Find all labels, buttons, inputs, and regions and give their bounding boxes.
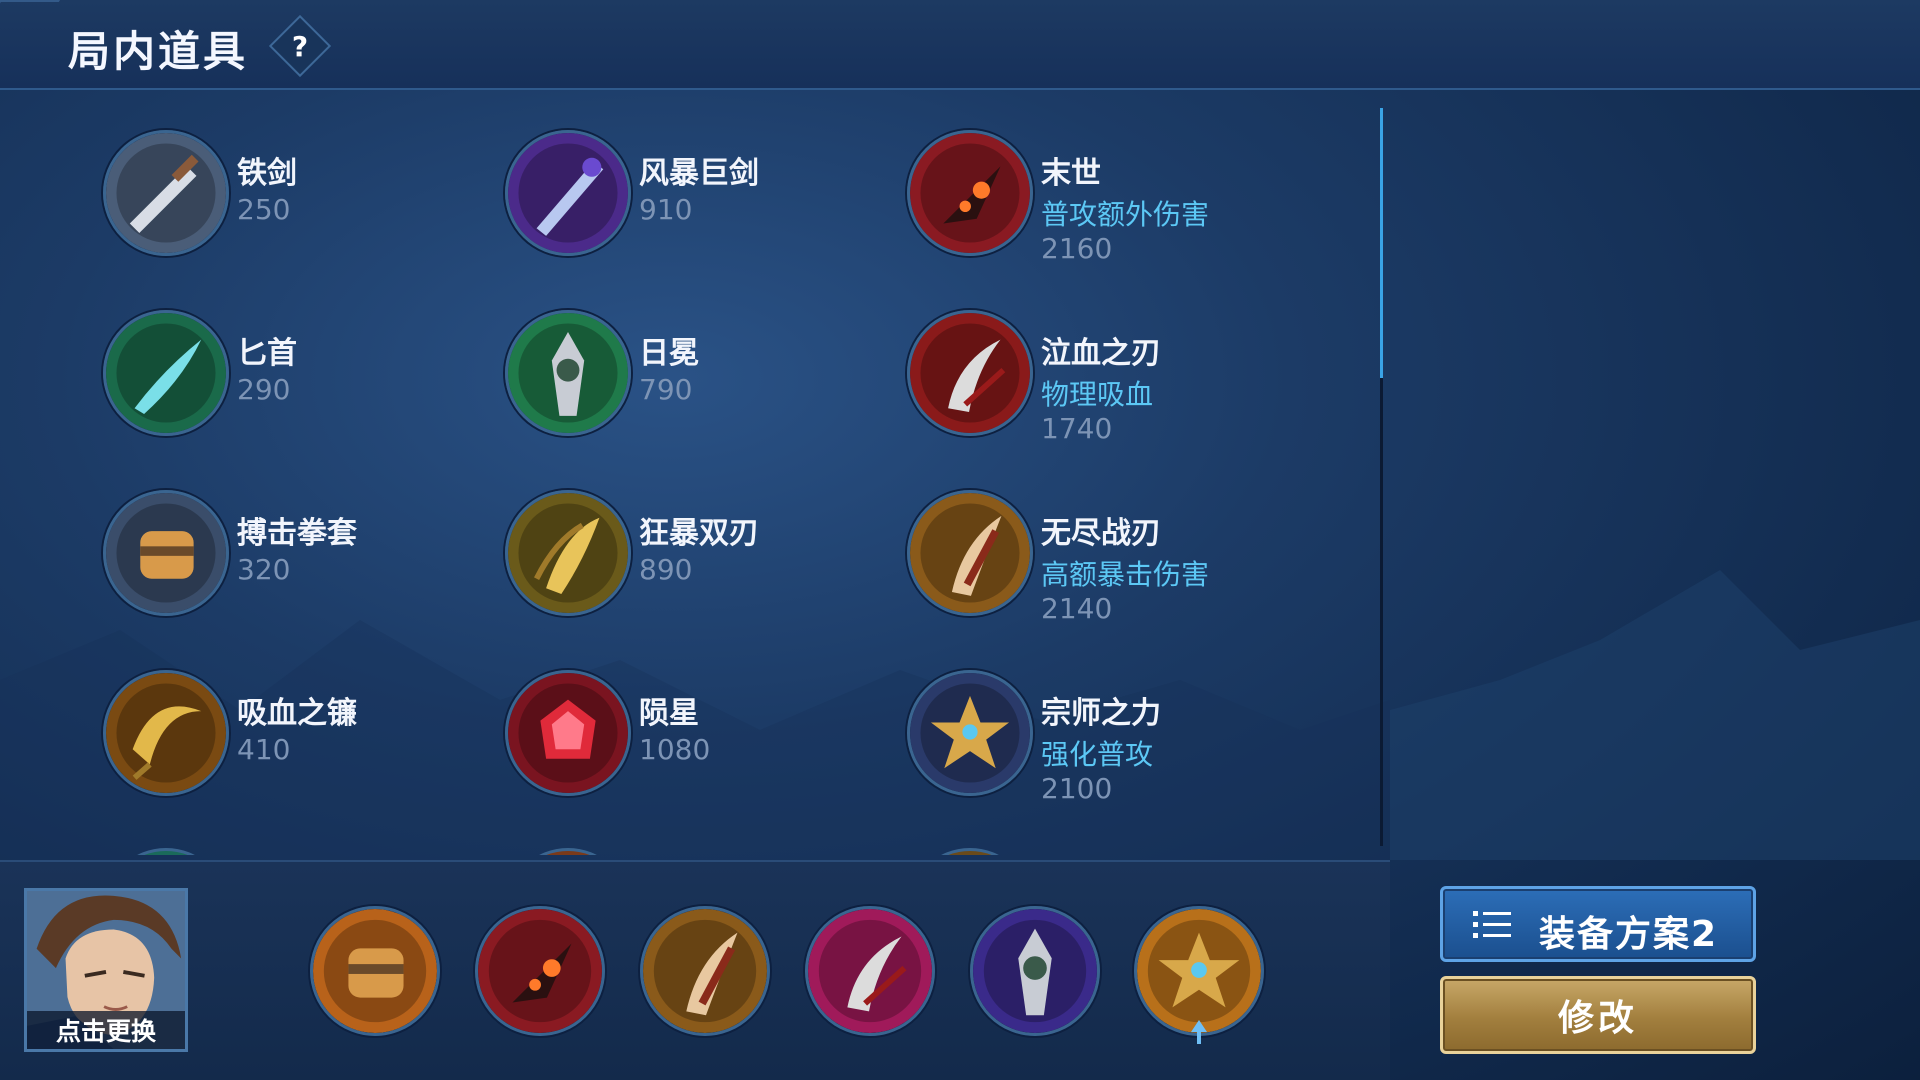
item-name: 泣血之刃 — [1041, 336, 1161, 371]
modify-label: 修改 — [1557, 998, 1638, 1039]
item-name: 铁剑 — [237, 156, 297, 191]
header-corner-decoration — [0, 0, 61, 60]
modify-button[interactable]: 修改 — [1440, 976, 1756, 1054]
item-effect: 高额暴击伤害 — [1041, 558, 1210, 591]
item-list[interactable]: 铁剑 250 风暴巨剑 910 末世 普攻额外伤害 2160 匕首 290 日冕 790 泣血之刃 物理… — [0, 110, 1390, 855]
item-card[interactable]: 狂暴双刃 890 — [505, 490, 905, 640]
item-card[interactable]: 风暴巨剑 910 — [505, 130, 905, 280]
item-name: 狂暴双刃 — [639, 516, 759, 551]
item-price: 890 — [639, 553, 693, 586]
storm-greatsword-icon — [505, 130, 631, 256]
item-price: 320 — [237, 553, 291, 586]
item-price: 250 — [237, 193, 291, 226]
page-title: 局内道具 — [68, 27, 249, 76]
item-effect: 普攻额外伤害 — [1041, 198, 1210, 231]
item-name: 末世 — [1041, 156, 1101, 191]
partial-item-icon[interactable] — [907, 848, 1033, 855]
help-label: ? — [291, 29, 309, 63]
endless-blade-icon — [907, 490, 1033, 616]
item-price: 290 — [237, 373, 291, 406]
dagger-icon — [103, 310, 229, 436]
boots-icon[interactable] — [310, 906, 440, 1036]
item-name: 无尽战刃 — [1041, 516, 1161, 551]
endless-blade-icon[interactable] — [640, 906, 770, 1036]
meteor-icon — [505, 670, 631, 796]
frenzy-dual-blades-icon — [505, 490, 631, 616]
boxing-gauntlet-icon — [103, 490, 229, 616]
item-effect: 强化普攻 — [1041, 738, 1154, 771]
item-name: 匕首 — [237, 336, 297, 371]
corona-icon — [505, 310, 631, 436]
item-price: 910 — [639, 193, 693, 226]
item-card[interactable]: 吸血之镰 410 — [103, 670, 503, 820]
item-price: 1080 — [639, 733, 711, 766]
plan-label: 装备方案2 — [1539, 914, 1719, 955]
item-name: 日冕 — [639, 336, 699, 371]
item-price: 790 — [639, 373, 693, 406]
item-card[interactable]: 宗师之力强化普攻 2100 — [907, 670, 1307, 820]
slot-arrow-marker-icon — [1191, 1020, 1207, 1044]
item-price: 2160 — [1041, 232, 1113, 265]
item-effect: 物理吸血 — [1041, 378, 1154, 411]
bloodweeper-blade-icon — [907, 310, 1033, 436]
item-card[interactable]: 末世普攻额外伤害 2160 — [907, 130, 1307, 280]
vampire-scythe-icon — [103, 670, 229, 796]
item-card[interactable]: 无尽战刃高额暴击伤害 2140 — [907, 490, 1307, 640]
item-card[interactable]: 匕首 290 — [103, 310, 503, 460]
scrollbar-thumb[interactable] — [1380, 108, 1383, 378]
item-price: 410 — [237, 733, 291, 766]
item-name: 宗师之力 — [1041, 696, 1161, 731]
item-price: 1740 — [1041, 412, 1113, 445]
golden-ring-icon[interactable] — [1134, 906, 1264, 1036]
doomsday-icon — [907, 130, 1033, 256]
masters-might-icon — [907, 670, 1033, 796]
item-card[interactable]: 陨星 1080 — [505, 670, 905, 820]
partial-item-icon[interactable] — [103, 848, 229, 855]
item-card[interactable]: 铁剑 250 — [103, 130, 503, 280]
item-price: 2100 — [1041, 772, 1113, 805]
item-name: 搏击拳套 — [237, 516, 357, 551]
item-card[interactable]: 日冕 790 — [505, 310, 905, 460]
partial-item-icon[interactable] — [505, 848, 631, 855]
item-name: 风暴巨剑 — [639, 156, 759, 191]
item-card[interactable]: 搏击拳套 320 — [103, 490, 503, 640]
change-hero-label: 点击更换 — [27, 1011, 185, 1049]
equipment-plan-button[interactable]: 装备方案2 — [1440, 886, 1756, 962]
item-name: 陨星 — [639, 696, 699, 731]
list-icon — [1473, 911, 1511, 938]
header-bar: 局内道具 ? — [0, 0, 1920, 90]
pink-blade-icon[interactable] — [805, 906, 935, 1036]
help-button[interactable]: ? — [268, 14, 332, 78]
item-card[interactable]: 泣血之刃物理吸血 1740 — [907, 310, 1307, 460]
doomsday-icon[interactable] — [475, 906, 605, 1036]
purple-armor-icon[interactable] — [970, 906, 1100, 1036]
item-name: 吸血之镰 — [237, 696, 357, 731]
hero-portrait[interactable]: 点击更换 — [24, 888, 188, 1052]
iron-sword-icon — [103, 130, 229, 256]
item-price: 2140 — [1041, 592, 1113, 625]
